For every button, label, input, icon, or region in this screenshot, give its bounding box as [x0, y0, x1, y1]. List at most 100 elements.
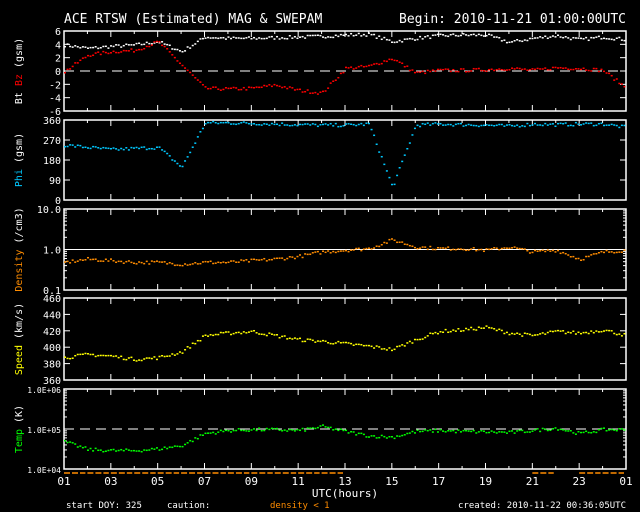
data-point	[406, 65, 409, 67]
data-point	[76, 446, 79, 448]
data-point	[66, 357, 69, 360]
data-point	[470, 430, 473, 433]
data-point	[459, 431, 462, 433]
data-point	[590, 36, 593, 39]
data-point	[493, 69, 496, 72]
data-point	[230, 260, 233, 262]
data-point	[444, 328, 447, 331]
data-point	[613, 124, 616, 126]
data-point	[521, 247, 524, 250]
ace-rtsw-chart: ACE RTSW (Estimated) MAG & SWEPAM Begin:…	[0, 0, 640, 512]
data-point	[71, 442, 74, 444]
data-point	[480, 124, 483, 127]
data-point	[539, 430, 542, 433]
data-point	[311, 123, 314, 125]
data-point	[148, 45, 151, 48]
data-point	[270, 35, 273, 38]
data-point	[528, 124, 531, 127]
data-point	[150, 147, 153, 150]
data-point	[158, 261, 161, 263]
data-point	[235, 87, 238, 89]
data-point	[74, 261, 77, 263]
data-point	[362, 433, 365, 436]
data-point	[145, 41, 148, 44]
data-point	[258, 259, 261, 261]
data-point	[577, 430, 580, 433]
data-point	[559, 66, 562, 69]
data-point	[480, 69, 483, 72]
data-point	[276, 84, 279, 87]
data-point	[605, 429, 608, 432]
data-point	[582, 431, 585, 434]
x-tick-label: 03	[104, 475, 117, 488]
data-point	[138, 42, 141, 44]
data-point	[135, 360, 138, 362]
data-point	[120, 448, 123, 451]
data-point	[513, 125, 516, 127]
data-point	[122, 49, 125, 52]
data-point	[263, 257, 266, 260]
data-point	[373, 435, 376, 437]
data-point	[549, 250, 552, 252]
data-point	[546, 429, 549, 432]
data-point	[122, 358, 125, 361]
data-point	[442, 124, 445, 126]
data-point	[306, 427, 309, 429]
data-point	[431, 122, 434, 125]
data-point	[426, 248, 429, 251]
data-point	[253, 36, 256, 39]
data-point	[304, 430, 307, 432]
data-point	[237, 331, 240, 334]
data-point	[171, 446, 174, 449]
data-point	[488, 68, 491, 71]
data-point	[518, 247, 521, 250]
data-point	[416, 124, 419, 127]
data-point	[518, 333, 521, 336]
data-point	[449, 430, 452, 432]
data-point	[122, 44, 125, 47]
data-point	[247, 331, 250, 333]
data-point	[482, 35, 485, 37]
data-point	[212, 431, 215, 434]
data-point	[191, 342, 194, 345]
data-point	[230, 87, 233, 90]
data-point	[329, 342, 332, 345]
data-point	[102, 45, 105, 48]
data-point	[426, 335, 429, 337]
data-point	[551, 249, 554, 252]
data-point	[544, 333, 547, 335]
data-point	[76, 144, 79, 147]
data-point	[613, 332, 616, 335]
data-point	[273, 83, 276, 86]
data-point	[567, 37, 570, 39]
data-point	[531, 251, 534, 254]
data-point	[439, 33, 442, 36]
data-point	[255, 123, 258, 126]
data-point	[79, 144, 82, 147]
data-point	[337, 429, 340, 432]
data-point	[176, 60, 179, 62]
data-point	[176, 48, 179, 51]
data-point	[319, 124, 322, 126]
data-point	[615, 429, 618, 432]
data-point	[240, 37, 243, 40]
data-point	[342, 250, 345, 252]
data-point	[523, 332, 526, 334]
data-point	[125, 448, 128, 450]
data-point	[393, 239, 396, 241]
data-point	[426, 69, 429, 72]
data-point	[347, 250, 350, 253]
data-point	[406, 147, 409, 150]
data-point	[191, 74, 194, 76]
data-point	[615, 37, 618, 40]
data-point	[168, 44, 171, 47]
data-point	[191, 263, 194, 265]
data-point	[380, 348, 383, 350]
data-point	[396, 41, 399, 43]
data-point	[107, 147, 110, 150]
data-point	[472, 33, 475, 36]
data-point	[390, 41, 393, 43]
data-point	[171, 48, 174, 50]
data-point	[99, 449, 102, 451]
data-point	[539, 36, 542, 38]
